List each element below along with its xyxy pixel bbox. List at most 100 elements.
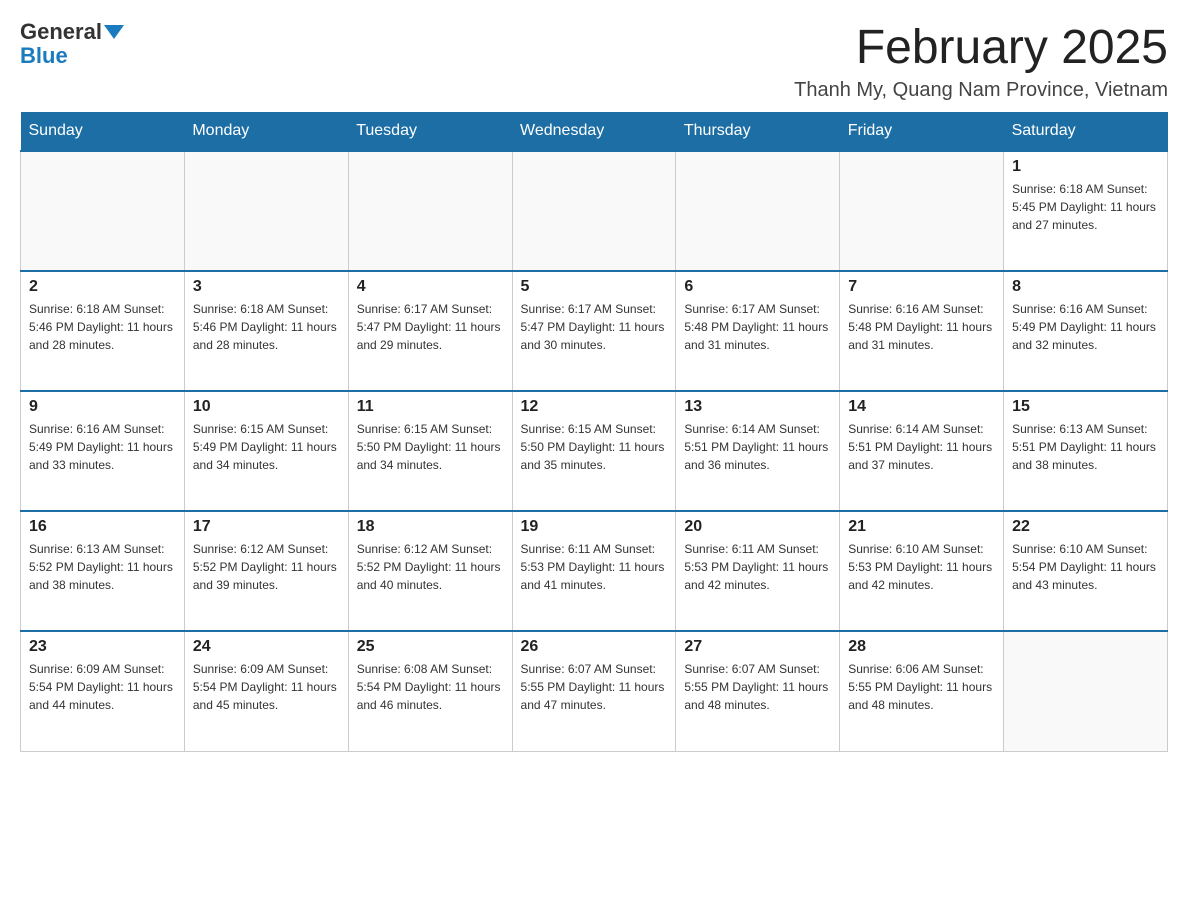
calendar-cell: 2 Sunrise: 6:18 AM Sunset: 5:46 PM Daylig… xyxy=(21,271,185,391)
day-info: Sunrise: 6:16 AM Sunset: 5:48 PM Dayligh… xyxy=(848,300,995,354)
calendar-cell: 15Sunrise: 6:13 AM Sunset: 5:51 PM Dayli… xyxy=(1004,391,1168,511)
calendar-cell: 13 Sunrise: 6:14 AM Sunset: 5:51 PM Dayli… xyxy=(676,391,840,511)
calendar-cell xyxy=(184,151,348,271)
calendar-week-row: 23 Sunrise: 6:09 AM Sunset: 5:54 PM Dayli… xyxy=(21,631,1168,751)
weekday-header-saturday: Saturday xyxy=(1004,112,1168,151)
calendar-cell: 10Sunrise: 6:15 AM Sunset: 5:49 PM Dayli… xyxy=(184,391,348,511)
day-info: Sunrise: 6:12 AM Sunset: 5:52 PM Dayligh… xyxy=(357,540,504,594)
title-section: February 2025 Thanh My, Quang Nam Provin… xyxy=(794,20,1168,102)
day-number: 5 xyxy=(521,278,668,296)
day-info: Sunrise: 6:17 AM Sunset: 5:48 PM Dayligh… xyxy=(684,300,831,354)
day-number: 1 xyxy=(1012,158,1159,176)
calendar-cell xyxy=(1004,631,1168,751)
calendar-cell: 22 Sunrise: 6:10 AM Sunset: 5:54 PM Dayli… xyxy=(1004,511,1168,631)
day-info: Sunrise: 6:11 AM Sunset: 5:53 PM Dayligh… xyxy=(521,540,668,594)
day-number: 7 xyxy=(848,278,995,296)
logo-general: General xyxy=(20,20,102,44)
day-number: 11 xyxy=(357,398,504,416)
calendar-cell: 6 Sunrise: 6:17 AM Sunset: 5:48 PM Daylig… xyxy=(676,271,840,391)
calendar-cell: 20 Sunrise: 6:11 AM Sunset: 5:53 PM Dayli… xyxy=(676,511,840,631)
calendar-cell: 5 Sunrise: 6:17 AM Sunset: 5:47 PM Daylig… xyxy=(512,271,676,391)
calendar-subtitle: Thanh My, Quang Nam Province, Vietnam xyxy=(794,79,1168,102)
day-number: 9 xyxy=(29,398,176,416)
day-info: Sunrise: 6:14 AM Sunset: 5:51 PM Dayligh… xyxy=(684,420,831,474)
calendar-cell: 3Sunrise: 6:18 AM Sunset: 5:46 PM Daylig… xyxy=(184,271,348,391)
calendar-cell: 24 Sunrise: 6:09 AM Sunset: 5:54 PM Dayli… xyxy=(184,631,348,751)
calendar-cell: 16 Sunrise: 6:13 AM Sunset: 5:52 PM Dayli… xyxy=(21,511,185,631)
day-number: 6 xyxy=(684,278,831,296)
day-number: 24 xyxy=(193,638,340,656)
day-info: Sunrise: 6:09 AM Sunset: 5:54 PM Dayligh… xyxy=(193,660,340,714)
calendar-cell: 21 Sunrise: 6:10 AM Sunset: 5:53 PM Dayli… xyxy=(840,511,1004,631)
calendar-cell: 28Sunrise: 6:06 AM Sunset: 5:55 PM Dayli… xyxy=(840,631,1004,751)
calendar-cell: 8 Sunrise: 6:16 AM Sunset: 5:49 PM Daylig… xyxy=(1004,271,1168,391)
day-number: 15 xyxy=(1012,398,1159,416)
calendar-cell: 19 Sunrise: 6:11 AM Sunset: 5:53 PM Dayli… xyxy=(512,511,676,631)
day-info: Sunrise: 6:17 AM Sunset: 5:47 PM Dayligh… xyxy=(521,300,668,354)
day-number: 13 xyxy=(684,398,831,416)
day-number: 12 xyxy=(521,398,668,416)
calendar-cell: 1 Sunrise: 6:18 AM Sunset: 5:45 PM Daylig… xyxy=(1004,151,1168,271)
day-info: Sunrise: 6:09 AM Sunset: 5:54 PM Dayligh… xyxy=(29,660,176,714)
weekday-header-thursday: Thursday xyxy=(676,112,840,151)
calendar-cell: 7 Sunrise: 6:16 AM Sunset: 5:48 PM Daylig… xyxy=(840,271,1004,391)
day-info: Sunrise: 6:10 AM Sunset: 5:54 PM Dayligh… xyxy=(1012,540,1159,594)
calendar-cell xyxy=(21,151,185,271)
day-number: 4 xyxy=(357,278,504,296)
calendar-cell xyxy=(348,151,512,271)
day-number: 20 xyxy=(684,518,831,536)
day-number: 14 xyxy=(848,398,995,416)
calendar-title: February 2025 xyxy=(794,20,1168,75)
calendar-week-row: 2 Sunrise: 6:18 AM Sunset: 5:46 PM Daylig… xyxy=(21,271,1168,391)
day-info: Sunrise: 6:15 AM Sunset: 5:50 PM Dayligh… xyxy=(521,420,668,474)
day-number: 21 xyxy=(848,518,995,536)
day-number: 25 xyxy=(357,638,504,656)
weekday-header-tuesday: Tuesday xyxy=(348,112,512,151)
calendar-cell: 17Sunrise: 6:12 AM Sunset: 5:52 PM Dayli… xyxy=(184,511,348,631)
weekday-header-friday: Friday xyxy=(840,112,1004,151)
logo-triangle-icon xyxy=(104,25,124,39)
day-info: Sunrise: 6:15 AM Sunset: 5:50 PM Dayligh… xyxy=(357,420,504,474)
day-number: 3 xyxy=(193,278,340,296)
day-number: 23 xyxy=(29,638,176,656)
calendar-week-row: 9 Sunrise: 6:16 AM Sunset: 5:49 PM Daylig… xyxy=(21,391,1168,511)
page-header: General Blue February 2025 Thanh My, Qua… xyxy=(20,20,1168,102)
day-number: 19 xyxy=(521,518,668,536)
day-info: Sunrise: 6:10 AM Sunset: 5:53 PM Dayligh… xyxy=(848,540,995,594)
weekday-header-monday: Monday xyxy=(184,112,348,151)
calendar-cell: 14 Sunrise: 6:14 AM Sunset: 5:51 PM Dayli… xyxy=(840,391,1004,511)
day-info: Sunrise: 6:18 AM Sunset: 5:46 PM Dayligh… xyxy=(29,300,176,354)
day-info: Sunrise: 6:11 AM Sunset: 5:53 PM Dayligh… xyxy=(684,540,831,594)
day-number: 16 xyxy=(29,518,176,536)
calendar-cell: 9 Sunrise: 6:16 AM Sunset: 5:49 PM Daylig… xyxy=(21,391,185,511)
day-number: 17 xyxy=(193,518,340,536)
calendar-cell: 26 Sunrise: 6:07 AM Sunset: 5:55 PM Dayli… xyxy=(512,631,676,751)
calendar-cell: 4 Sunrise: 6:17 AM Sunset: 5:47 PM Daylig… xyxy=(348,271,512,391)
day-number: 27 xyxy=(684,638,831,656)
day-info: Sunrise: 6:16 AM Sunset: 5:49 PM Dayligh… xyxy=(1012,300,1159,354)
day-number: 28 xyxy=(848,638,995,656)
weekday-header-sunday: Sunday xyxy=(21,112,185,151)
logo: General Blue xyxy=(20,20,124,68)
calendar-cell: 18Sunrise: 6:12 AM Sunset: 5:52 PM Dayli… xyxy=(348,511,512,631)
day-number: 2 xyxy=(29,278,176,296)
calendar-cell xyxy=(676,151,840,271)
day-number: 26 xyxy=(521,638,668,656)
day-info: Sunrise: 6:07 AM Sunset: 5:55 PM Dayligh… xyxy=(521,660,668,714)
calendar-header-row: SundayMondayTuesdayWednesdayThursdayFrid… xyxy=(21,112,1168,151)
day-number: 22 xyxy=(1012,518,1159,536)
day-number: 8 xyxy=(1012,278,1159,296)
logo-blue: Blue xyxy=(20,44,68,68)
day-info: Sunrise: 6:07 AM Sunset: 5:55 PM Dayligh… xyxy=(684,660,831,714)
day-info: Sunrise: 6:18 AM Sunset: 5:45 PM Dayligh… xyxy=(1012,180,1159,234)
day-info: Sunrise: 6:16 AM Sunset: 5:49 PM Dayligh… xyxy=(29,420,176,474)
day-info: Sunrise: 6:08 AM Sunset: 5:54 PM Dayligh… xyxy=(357,660,504,714)
calendar-cell xyxy=(512,151,676,271)
calendar-cell: 23 Sunrise: 6:09 AM Sunset: 5:54 PM Dayli… xyxy=(21,631,185,751)
day-info: Sunrise: 6:14 AM Sunset: 5:51 PM Dayligh… xyxy=(848,420,995,474)
day-info: Sunrise: 6:17 AM Sunset: 5:47 PM Dayligh… xyxy=(357,300,504,354)
calendar-cell: 12 Sunrise: 6:15 AM Sunset: 5:50 PM Dayli… xyxy=(512,391,676,511)
day-info: Sunrise: 6:13 AM Sunset: 5:52 PM Dayligh… xyxy=(29,540,176,594)
calendar-cell: 25 Sunrise: 6:08 AM Sunset: 5:54 PM Dayli… xyxy=(348,631,512,751)
day-info: Sunrise: 6:15 AM Sunset: 5:49 PM Dayligh… xyxy=(193,420,340,474)
